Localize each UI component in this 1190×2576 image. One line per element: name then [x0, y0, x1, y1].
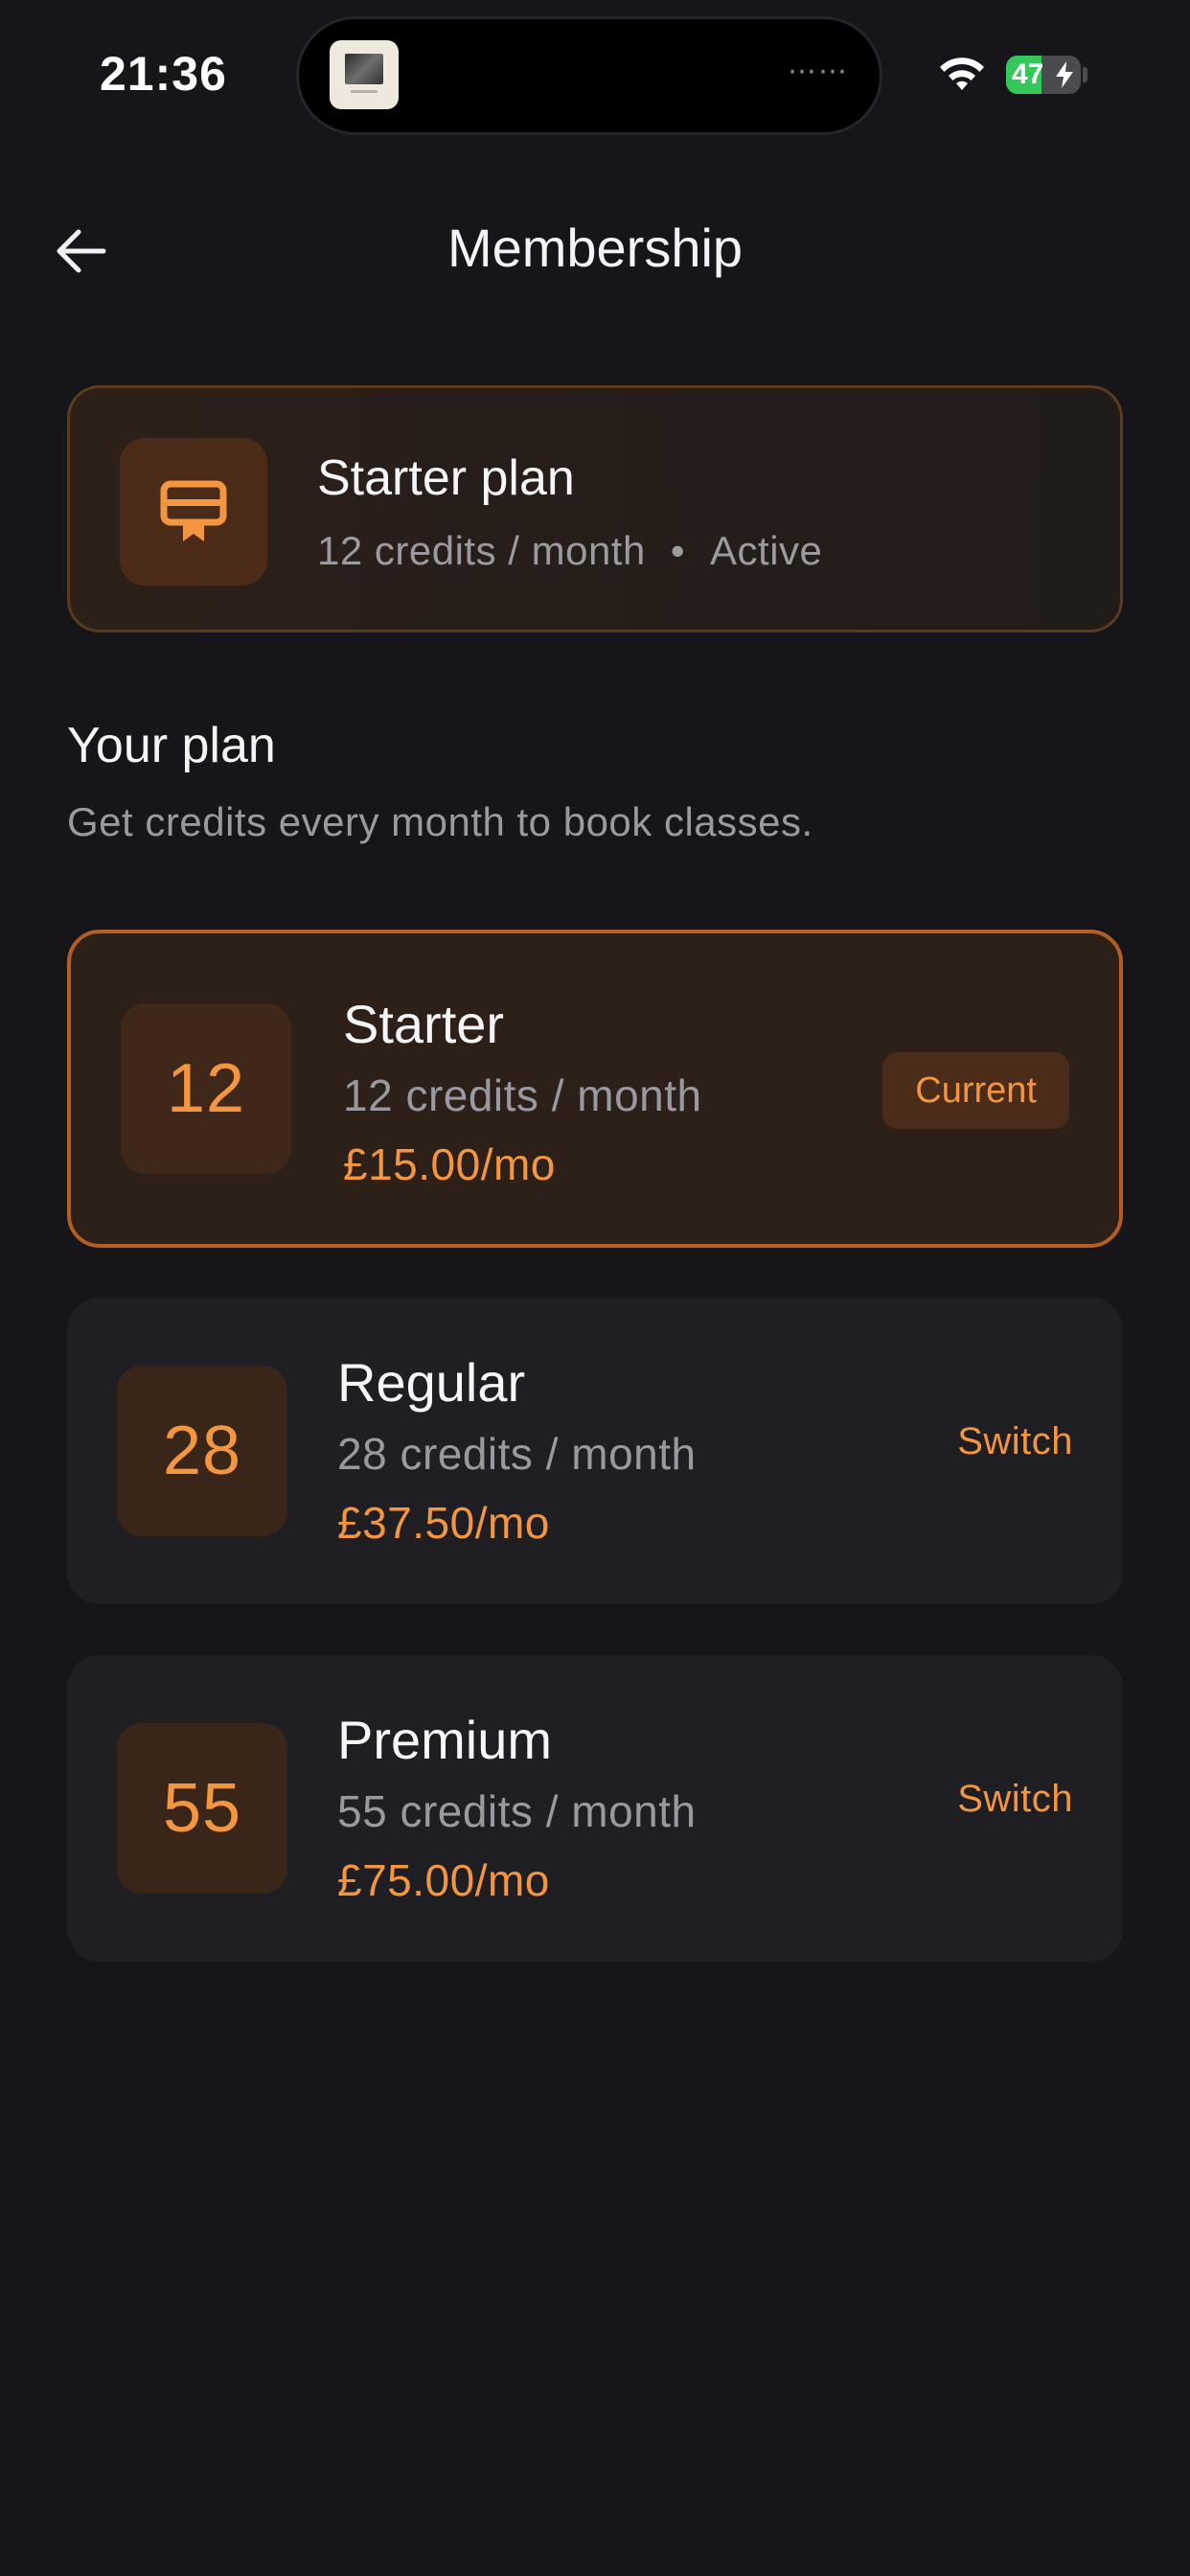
active-plan-card: Starter plan 12 credits / month • Active	[67, 385, 1123, 632]
separator-dot: •	[670, 528, 686, 573]
wifi-icon	[940, 58, 984, 90]
dynamic-island[interactable]: ⋯⋯	[299, 19, 880, 132]
active-plan-details: 12 credits / month • Active	[317, 528, 822, 574]
plan-name: Premium	[337, 1710, 553, 1770]
membership-card-icon	[120, 438, 267, 586]
plan-credits: 28 credits / month	[337, 1429, 697, 1479]
bolt-icon	[1056, 61, 1073, 88]
plan-credit-count: 55	[117, 1723, 287, 1894]
plan-card-premium[interactable]: 55 Premium 55 credits / month £75.00/mo …	[67, 1655, 1123, 1962]
active-plan-credits: 12 credits / month	[317, 528, 646, 573]
section-subtitle: Get credits every month to book classes.	[67, 799, 813, 844]
plan-price: £15.00/mo	[343, 1139, 556, 1189]
status-bar: 21:36 ⋯⋯ 47	[0, 0, 1190, 144]
plan-card-starter[interactable]: 12 Starter 12 credits / month £15.00/mo …	[67, 930, 1123, 1248]
plan-name: Starter	[343, 994, 505, 1054]
battery-charging-icon: 47	[1006, 56, 1081, 94]
current-plan-badge: Current	[882, 1052, 1069, 1129]
battery-tip	[1083, 67, 1087, 82]
audio-waveform-icon: ⋯⋯	[788, 56, 849, 87]
plan-credits: 55 credits / month	[337, 1786, 697, 1836]
plan-card-regular[interactable]: 28 Regular 28 credits / month £37.50/mo …	[67, 1298, 1123, 1604]
plan-name: Regular	[337, 1352, 526, 1413]
switch-plan-button-regular[interactable]: Switch	[957, 1420, 1073, 1463]
page-title: Membership	[446, 218, 744, 278]
battery-level: 47	[1012, 58, 1044, 90]
now-playing-artwork	[330, 40, 399, 109]
plan-credits: 12 credits / month	[343, 1070, 702, 1120]
plan-price: £37.50/mo	[337, 1498, 550, 1548]
section-title: Your plan	[67, 718, 276, 773]
plan-price: £75.00/mo	[337, 1855, 550, 1905]
status-time: 21:36	[100, 47, 227, 101]
active-plan-status: Active	[710, 528, 823, 573]
plan-credit-count: 28	[117, 1366, 287, 1536]
switch-plan-button-premium[interactable]: Switch	[957, 1778, 1073, 1821]
plan-credit-count: 12	[121, 1003, 291, 1174]
active-plan-title: Starter plan	[317, 450, 575, 506]
